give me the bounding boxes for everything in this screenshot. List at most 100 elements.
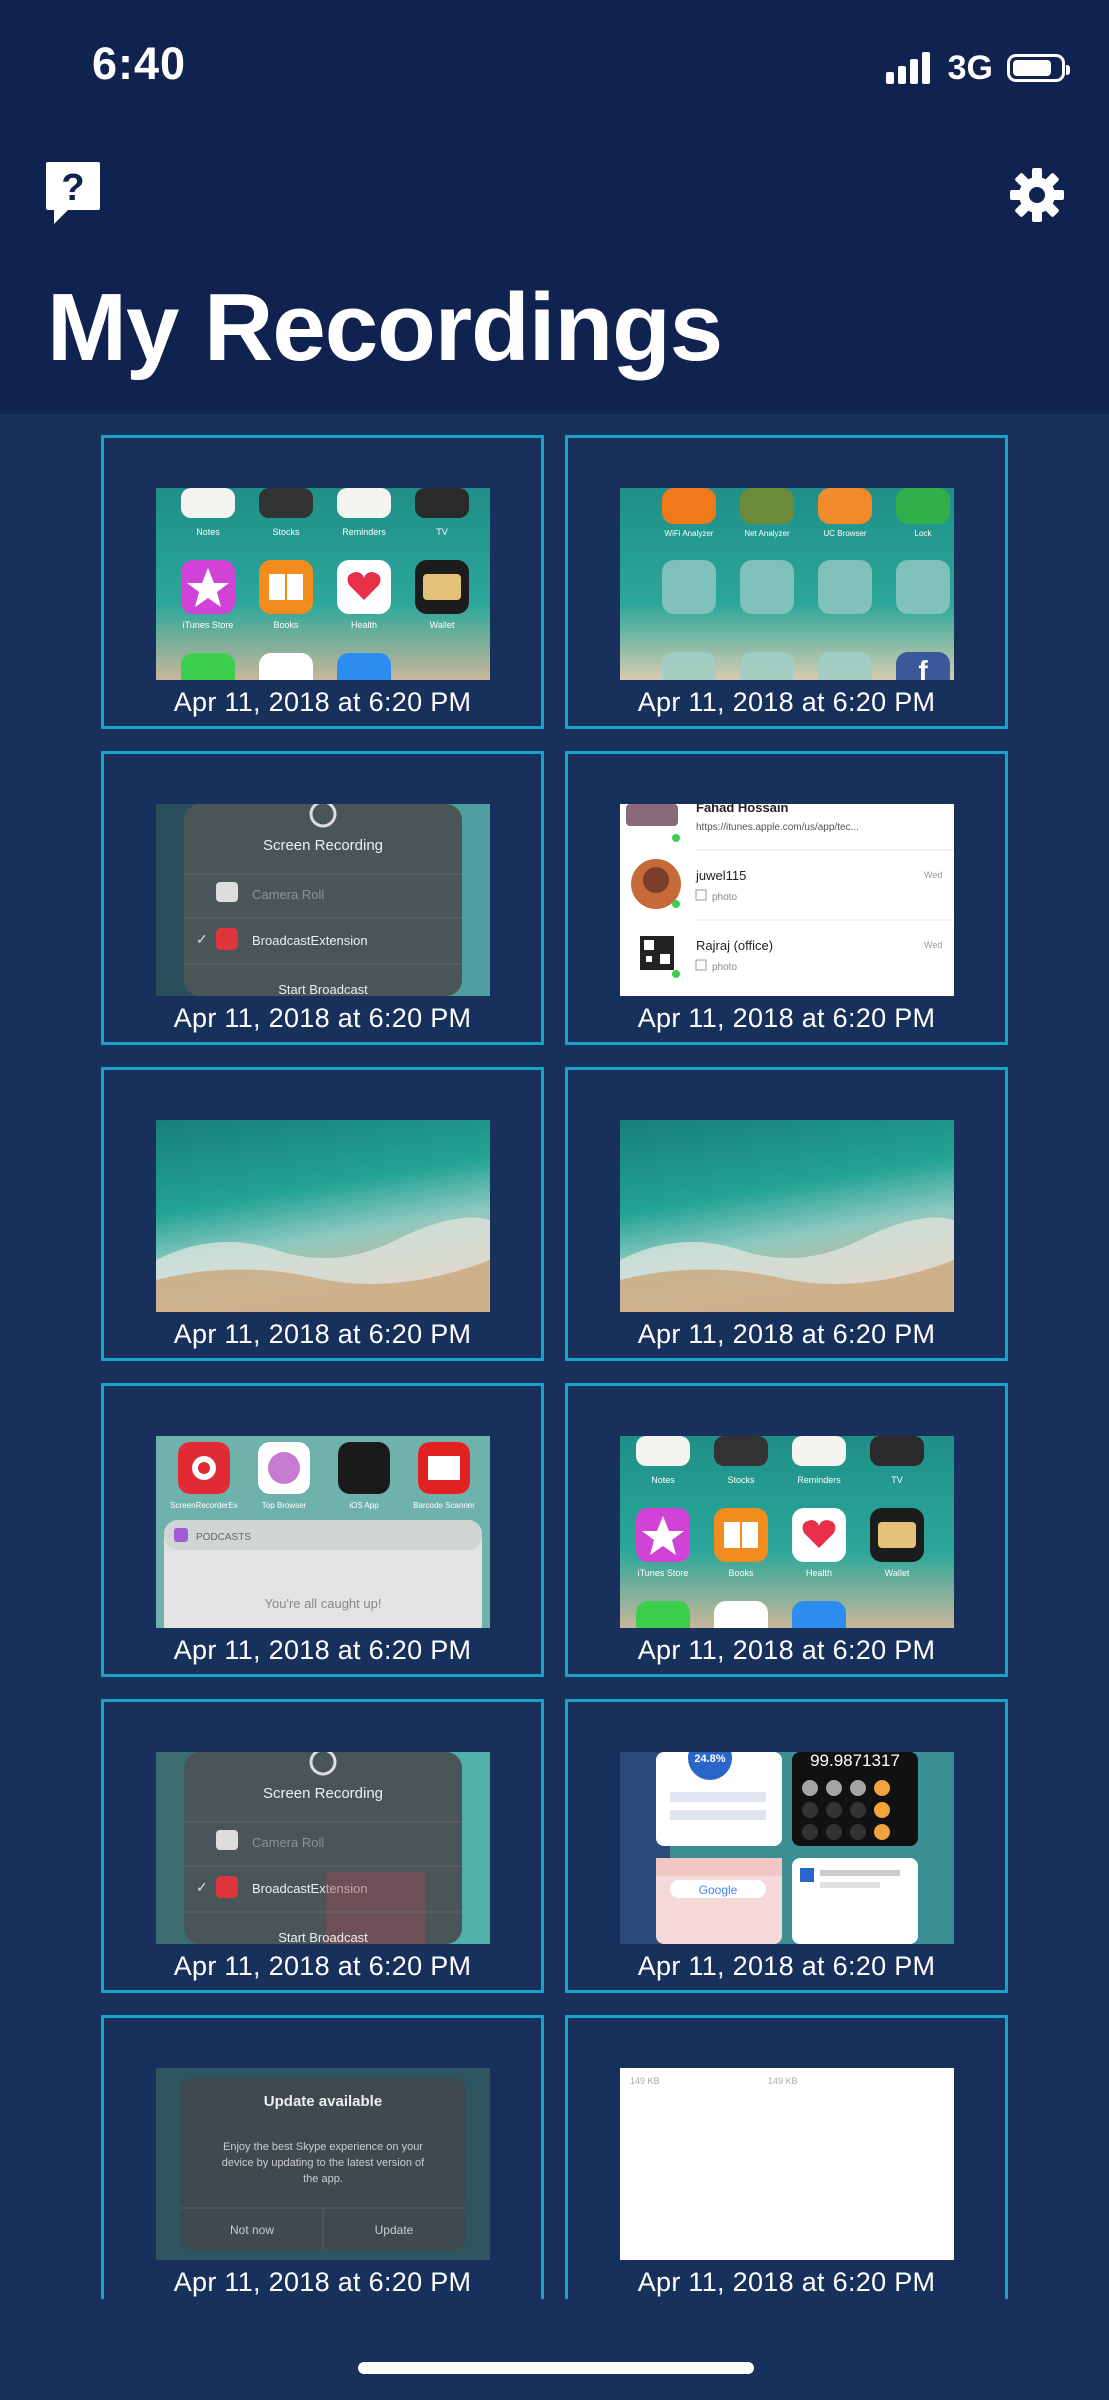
- svg-text:PODCASTS: PODCASTS: [196, 1532, 251, 1543]
- svg-text:Health: Health: [806, 1568, 832, 1578]
- svg-text:Camera Roll: Camera Roll: [252, 887, 324, 902]
- svg-text:iTunes Store: iTunes Store: [183, 620, 234, 630]
- svg-text:149 KB: 149 KB: [630, 2076, 660, 2086]
- recording-date: Apr 11, 2018 at 6:20 PM: [173, 1003, 472, 1033]
- svg-text:TV: TV: [891, 1475, 903, 1485]
- recording-thumbnail: WiFi Analyzer Net Analyzer UC Browser Lo…: [620, 488, 954, 680]
- recordings-grid[interactable]: Notes Stocks Reminders TV iTunes Store B…: [0, 414, 1109, 2299]
- network-type: 3G: [947, 48, 993, 87]
- help-bubble-icon[interactable]: ?: [44, 160, 102, 228]
- svg-text:WiFi Analyzer: WiFi Analyzer: [665, 529, 714, 538]
- svg-text:Wallet: Wallet: [885, 1568, 910, 1578]
- gear-icon[interactable]: [1009, 167, 1065, 223]
- svg-text:24.8%: 24.8%: [694, 1753, 725, 1765]
- recording-date: Apr 11, 2018 at 6:20 PM: [173, 687, 472, 717]
- widgets-podcasts-thumbnail: ScreenRecorderEx Top Browser iOS App Bar…: [156, 1436, 490, 1628]
- svg-text:Stocks: Stocks: [727, 1475, 755, 1485]
- battery-icon: [1007, 54, 1070, 82]
- svg-text:149 KB: 149 KB: [768, 2076, 798, 2086]
- svg-text:Screen Recording: Screen Recording: [263, 1785, 383, 1802]
- recording-card[interactable]: 24.8% Google 99.9871317 Apr 11, 2018 at …: [565, 1699, 1008, 1993]
- svg-text:device by updating to the late: device by updating to the latest version…: [222, 2157, 425, 2169]
- svg-text:https://itunes.apple.com/us/ap: https://itunes.apple.com/us/app/tec...: [696, 822, 859, 833]
- recording-card[interactable]: 149 KB 149 KB Apr 11, 2018 at 6:20 PM: [565, 2015, 1008, 2299]
- recording-thumbnail: [620, 1120, 954, 1312]
- recording-card[interactable]: Notes Stocks Reminders TV iTunes Store B…: [101, 435, 544, 729]
- ocean-wallpaper-thumbnail: [156, 1120, 490, 1312]
- recording-thumbnail: Notes Stocks Reminders TV iTunes Store B…: [620, 1436, 954, 1628]
- svg-text:f: f: [918, 655, 928, 680]
- svg-text:juwel115: juwel115: [695, 868, 746, 883]
- recording-date: Apr 11, 2018 at 6:20 PM: [637, 1951, 936, 1981]
- svg-text:UC Browser: UC Browser: [823, 529, 866, 538]
- svg-text:Books: Books: [728, 1568, 754, 1578]
- recording-thumbnail: ScreenRecorderEx Top Browser iOS App Bar…: [156, 1436, 490, 1628]
- svg-text:Notes: Notes: [651, 1475, 675, 1485]
- home-screen-folders-thumbnail: WiFi Analyzer Net Analyzer UC Browser Lo…: [620, 488, 954, 680]
- recording-date: Apr 11, 2018 at 6:20 PM: [173, 1319, 472, 1349]
- svg-text:✓: ✓: [196, 931, 208, 947]
- recording-card[interactable]: Screen Recording Camera Roll ✓ Broadcast…: [101, 1699, 544, 1993]
- home-indicator[interactable]: [358, 2362, 754, 2374]
- recording-card[interactable]: Screen Recording Camera Roll ✓ Broadcast…: [101, 751, 544, 1045]
- svg-text:Books: Books: [273, 620, 299, 630]
- recording-card[interactable]: Update available Enjoy the best Skype ex…: [101, 2015, 544, 2299]
- recording-thumbnail: Notes Stocks Reminders TV iTunes Store B…: [156, 488, 490, 680]
- recording-date: Apr 11, 2018 at 6:20 PM: [173, 1951, 472, 1981]
- recording-date: Apr 11, 2018 at 6:20 PM: [637, 2267, 936, 2297]
- svg-text:99.9871317: 99.9871317: [810, 1752, 900, 1770]
- svg-text:Notes: Notes: [196, 527, 220, 537]
- ocean-wallpaper-thumbnail: [620, 1120, 954, 1312]
- svg-text:Wed: Wed: [924, 870, 942, 880]
- screen-recording-menu-thumbnail: Screen Recording Camera Roll ✓ Broadcast…: [156, 804, 490, 996]
- recording-card[interactable]: Apr 11, 2018 at 6:20 PM: [565, 1067, 1008, 1361]
- recording-date: Apr 11, 2018 at 6:20 PM: [637, 1635, 936, 1665]
- recording-card[interactable]: Notes Stocks Reminders TV iTunes Store B…: [565, 1383, 1008, 1677]
- svg-text:Screen Recording: Screen Recording: [263, 837, 383, 854]
- recording-thumbnail: 24.8% Google 99.9871317: [620, 1752, 954, 1944]
- svg-text:Rajraj (office): Rajraj (office): [696, 938, 773, 953]
- screen-recording-menu-thumbnail: Screen Recording Camera Roll ✓ Broadcast…: [156, 1752, 490, 1944]
- svg-text:Wallet: Wallet: [430, 620, 455, 630]
- recording-date: Apr 11, 2018 at 6:20 PM: [173, 2267, 472, 2297]
- svg-text:Health: Health: [351, 620, 377, 630]
- svg-text:ScreenRecorderEx: ScreenRecorderEx: [170, 1501, 238, 1510]
- recording-card[interactable]: ScreenRecorderEx Top Browser iOS App Bar…: [101, 1383, 544, 1677]
- svg-text:iTunes Store: iTunes Store: [638, 1568, 689, 1578]
- recording-thumbnail: Fahad Hossain https://itunes.apple.com/u…: [620, 804, 954, 996]
- svg-text:Start Broadcast: Start Broadcast: [278, 982, 368, 996]
- status-time: 6:40: [92, 38, 187, 89]
- recording-card[interactable]: Apr 11, 2018 at 6:20 PM: [101, 1067, 544, 1361]
- svg-text:Barcode Scanner: Barcode Scanner: [413, 1501, 475, 1510]
- svg-text:photo: photo: [712, 892, 737, 903]
- recording-thumbnail: Update available Enjoy the best Skype ex…: [156, 2068, 490, 2260]
- svg-text:Not now: Not now: [230, 2223, 274, 2237]
- recording-date: Apr 11, 2018 at 6:20 PM: [173, 1635, 472, 1665]
- svg-text:Reminders: Reminders: [342, 527, 386, 537]
- page-title: My Recordings: [47, 274, 723, 381]
- recording-card[interactable]: WiFi Analyzer Net Analyzer UC Browser Lo…: [565, 435, 1008, 729]
- status-indicators: 3G: [885, 48, 1070, 88]
- svg-text:✓: ✓: [196, 1879, 208, 1895]
- recording-thumbnail: Screen Recording Camera Roll ✓ Broadcast…: [156, 1752, 490, 1944]
- svg-text:Reminders: Reminders: [797, 1475, 841, 1485]
- svg-text:BroadcastExtension: BroadcastExtension: [252, 933, 368, 948]
- file-list-thumbnail: 149 KB 149 KB: [620, 2068, 954, 2260]
- svg-text:You're all caught up!: You're all caught up!: [265, 1596, 382, 1611]
- recording-date: Apr 11, 2018 at 6:20 PM: [637, 1319, 936, 1349]
- svg-text:Stocks: Stocks: [272, 527, 300, 537]
- chat-list-thumbnail: Fahad Hossain https://itunes.apple.com/u…: [620, 804, 954, 996]
- svg-text:Enjoy the best Skype experienc: Enjoy the best Skype experience on your: [223, 2141, 423, 2153]
- svg-text:Update: Update: [375, 2223, 414, 2237]
- recording-thumbnail: [156, 1120, 490, 1312]
- svg-text:Lock: Lock: [915, 529, 933, 538]
- header-bar: 6:40 3G ? My Recordings: [0, 0, 1109, 414]
- svg-text:Net Analyzer: Net Analyzer: [744, 529, 790, 538]
- svg-text:the app.: the app.: [303, 2173, 343, 2185]
- svg-text:Fahad Hossain: Fahad Hossain: [696, 804, 789, 815]
- svg-text:Start Broadcast: Start Broadcast: [278, 1930, 368, 1944]
- recording-thumbnail: 149 KB 149 KB: [620, 2068, 954, 2260]
- svg-text:Top Browser: Top Browser: [262, 1501, 307, 1510]
- recording-card[interactable]: Fahad Hossain https://itunes.apple.com/u…: [565, 751, 1008, 1045]
- recording-date: Apr 11, 2018 at 6:20 PM: [637, 687, 936, 717]
